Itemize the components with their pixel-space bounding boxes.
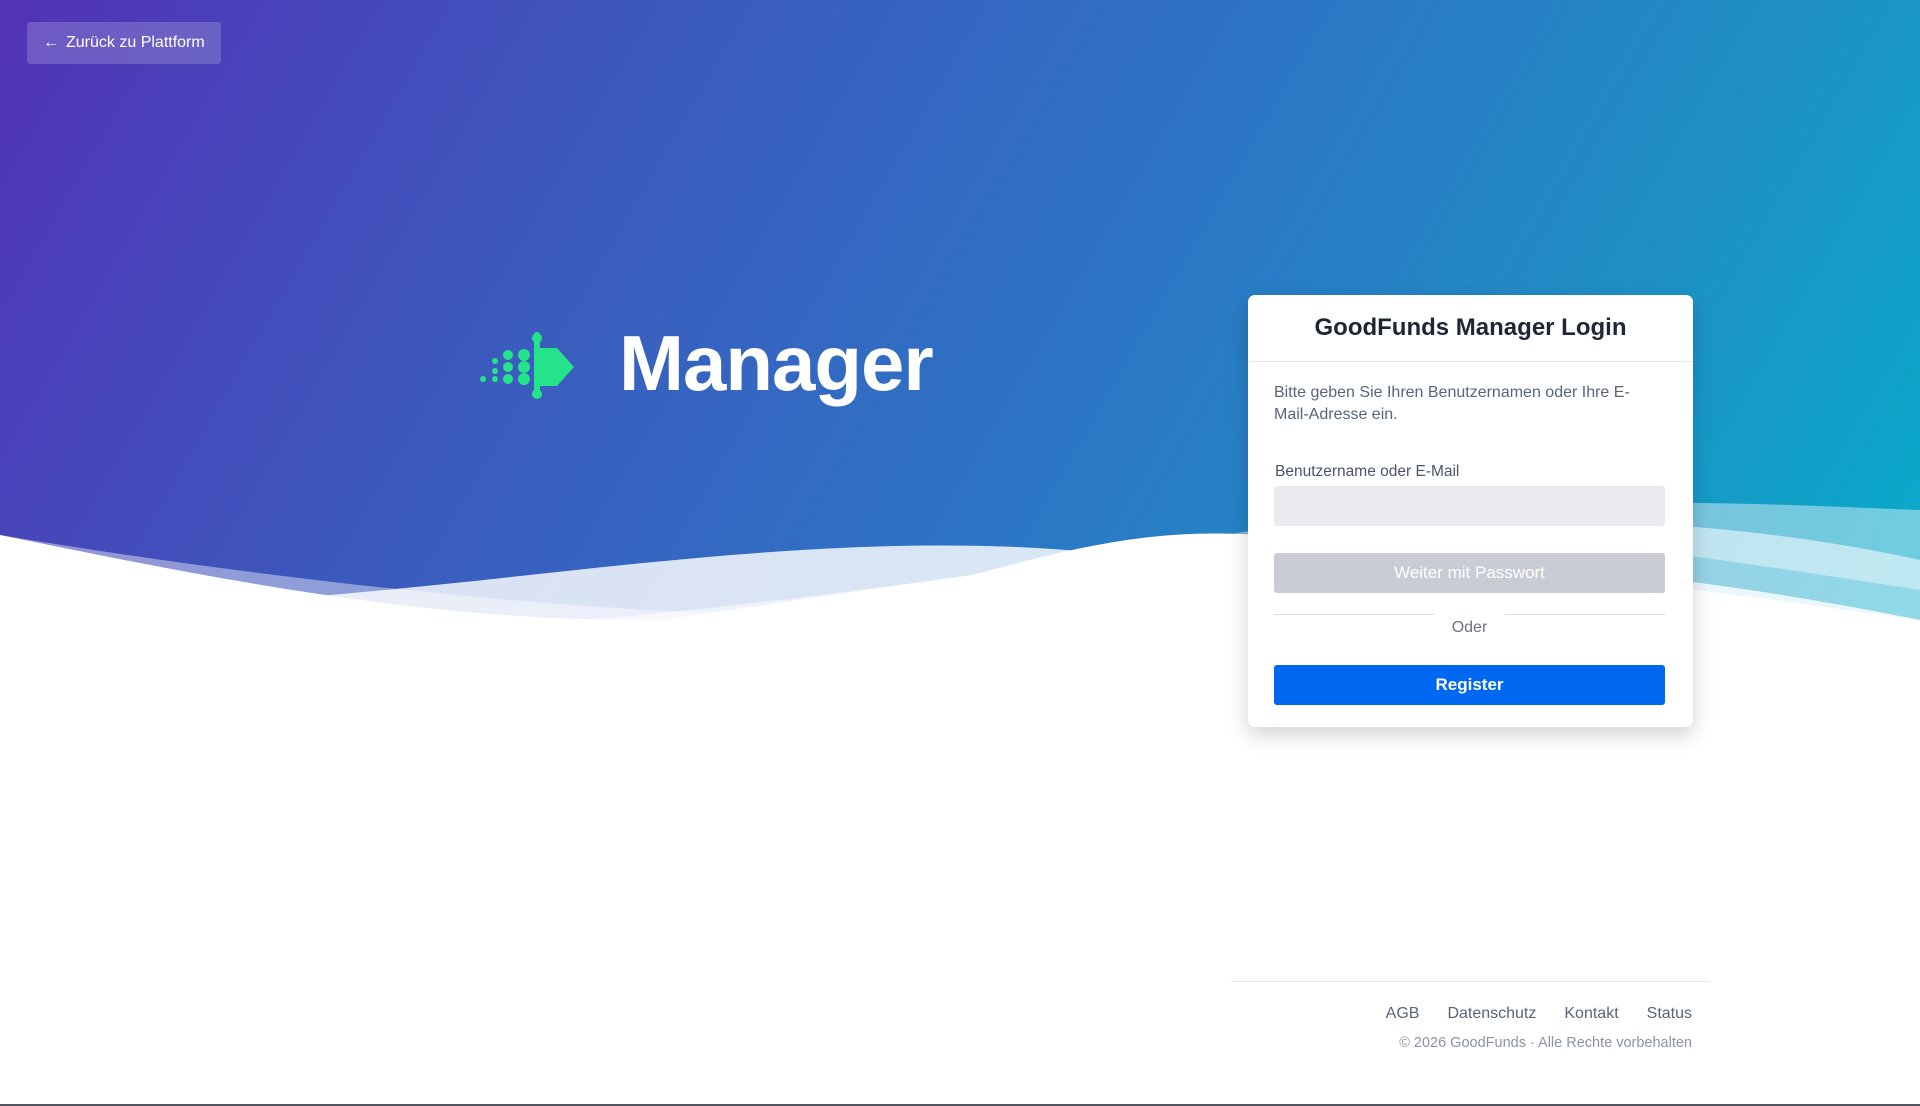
username-label: Benutzername oder E-Mail bbox=[1275, 463, 1460, 480]
manager-wordmark: Manager bbox=[619, 319, 934, 407]
divider-line-right bbox=[1505, 614, 1665, 615]
register-button[interactable]: Register bbox=[1274, 665, 1665, 705]
footer-links: AGB Datenschutz Kontakt Status bbox=[1386, 1005, 1692, 1023]
continue-with-password-button[interactable]: Weiter mit Passwort bbox=[1274, 553, 1665, 593]
page-footer: AGB Datenschutz Kontakt Status © 2026 Go… bbox=[1231, 981, 1710, 1051]
footer-link-datenschutz[interactable]: Datenschutz bbox=[1447, 1005, 1536, 1023]
footer-link-status[interactable]: Status bbox=[1647, 1005, 1692, 1023]
or-divider-label: Oder bbox=[1451, 619, 1488, 636]
username-email-input[interactable] bbox=[1274, 486, 1665, 526]
divider-line-left bbox=[1274, 614, 1434, 615]
login-page: ← Zurück zu Plattform Manager GoodFunds … bbox=[0, 0, 1920, 1106]
footer-link-agb[interactable]: AGB bbox=[1386, 1005, 1420, 1023]
login-instruction: Bitte geben Sie Ihren Benutzernamen oder… bbox=[1274, 384, 1630, 423]
login-title: GoodFunds Manager Login bbox=[1314, 314, 1627, 341]
back-to-platform-label: Zurück zu Plattform bbox=[66, 34, 205, 51]
copyright-text: © 2026 GoodFunds · Alle Rechte vorbehalt… bbox=[1399, 1035, 1692, 1051]
login-card: GoodFunds Manager Login Bitte geben Sie … bbox=[1248, 295, 1693, 727]
login-card-body: Bitte geben Sie Ihren Benutzernamen oder… bbox=[1248, 362, 1693, 705]
manager-brand: Manager bbox=[475, 324, 934, 402]
arrow-left-icon: ← bbox=[43, 34, 59, 51]
login-card-header: GoodFunds Manager Login bbox=[1248, 295, 1693, 362]
footer-link-kontakt[interactable]: Kontakt bbox=[1564, 1005, 1618, 1023]
goodfunds-arrow-logo-icon bbox=[480, 332, 574, 399]
or-divider: Oder bbox=[1274, 614, 1665, 648]
back-to-platform-button[interactable]: ← Zurück zu Plattform bbox=[27, 22, 221, 64]
